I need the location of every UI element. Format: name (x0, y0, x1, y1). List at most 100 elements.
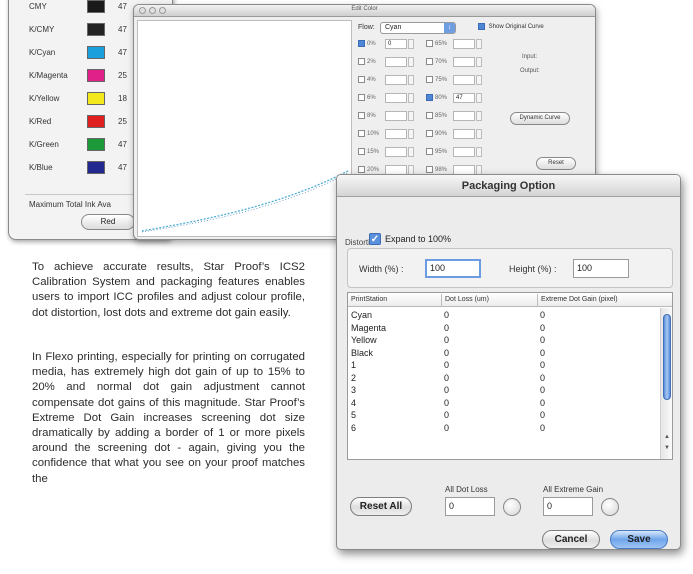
curve-point-input[interactable] (385, 93, 407, 103)
extreme-dot-gain-cell[interactable]: 0 (540, 323, 545, 333)
curve-point-checkbox[interactable] (426, 94, 433, 101)
stepper-icon[interactable] (476, 39, 482, 49)
dot-loss-cell[interactable]: 0 (444, 335, 449, 345)
reset-all-button[interactable]: Reset All (350, 497, 412, 516)
curve-point-label: 80% (435, 95, 448, 101)
width-input[interactable]: 100 (425, 259, 481, 278)
stepper-icon[interactable] (408, 111, 414, 121)
dot-loss-cell[interactable]: 0 (444, 423, 449, 433)
stepper-icon[interactable] (476, 93, 482, 103)
height-input[interactable]: 100 (573, 259, 629, 278)
curve-point-checkbox[interactable] (426, 58, 433, 65)
flow-select[interactable]: Cyan ↕ (380, 22, 456, 34)
curve-point-checkbox[interactable] (358, 112, 365, 119)
stepper-icon[interactable] (408, 57, 414, 67)
extreme-dot-gain-cell[interactable]: 0 (540, 310, 545, 320)
curve-point-checkbox[interactable] (358, 58, 365, 65)
curve-point-input[interactable] (453, 129, 475, 139)
stepper-icon[interactable] (476, 129, 482, 139)
dot-loss-cell[interactable]: 0 (444, 310, 449, 320)
table-row[interactable]: 6 0 0 (348, 423, 658, 435)
extreme-dot-gain-cell[interactable]: 0 (540, 360, 545, 370)
dot-loss-cell[interactable]: 0 (444, 323, 449, 333)
extreme-dot-gain-cell[interactable]: 0 (540, 385, 545, 395)
curve-point-checkbox[interactable] (358, 148, 365, 155)
all-extreme-gain-input[interactable]: 0 (543, 497, 593, 516)
adjusted-curve-line (141, 172, 349, 233)
curve-point-input[interactable] (453, 39, 475, 49)
stepper-icon[interactable] (408, 39, 414, 49)
table-row[interactable]: Black 0 0 (348, 348, 658, 360)
stepper-icon[interactable] (408, 147, 414, 157)
save-button[interactable]: Save (610, 530, 668, 549)
curve-point-checkbox[interactable] (426, 148, 433, 155)
stepper-icon[interactable] (476, 57, 482, 67)
curve-point-input[interactable]: 47 (453, 93, 475, 103)
curve-point-input[interactable]: 0 (385, 39, 407, 49)
stepper-icon[interactable] (408, 93, 414, 103)
expand-to-100-checkbox[interactable]: ✓ (369, 233, 381, 245)
curve-point-checkbox[interactable] (358, 130, 365, 137)
extreme-dot-gain-cell[interactable]: 0 (540, 410, 545, 420)
table-row[interactable]: 5 0 0 (348, 410, 658, 422)
table-scrollbar[interactable]: ▲ ▼ (660, 308, 672, 459)
extreme-dot-gain-cell[interactable]: 0 (540, 423, 545, 433)
apply-all-extreme-gain-button[interactable] (601, 498, 619, 516)
curve-point-input[interactable] (453, 57, 475, 67)
apply-all-dot-loss-button[interactable] (503, 498, 521, 516)
red-button[interactable]: Red (81, 214, 135, 230)
curve-point-checkbox[interactable] (426, 112, 433, 119)
dot-loss-cell[interactable]: 0 (444, 373, 449, 383)
dot-loss-cell[interactable]: 0 (444, 360, 449, 370)
extreme-dot-gain-cell[interactable]: 0 (540, 398, 545, 408)
curve-point-input[interactable] (453, 111, 475, 121)
cancel-button[interactable]: Cancel (542, 530, 600, 549)
curve-point-checkbox[interactable] (426, 40, 433, 47)
curve-point-checkbox[interactable] (358, 76, 365, 83)
dot-loss-cell[interactable]: 0 (444, 348, 449, 358)
column-header-printstation[interactable]: PrintStation (351, 296, 387, 303)
scroll-up-arrow-icon[interactable]: ▲ (662, 433, 672, 442)
table-row[interactable]: 1 0 0 (348, 360, 658, 372)
show-original-curve-option[interactable]: Show Original Curve (478, 23, 544, 30)
curve-point-checkbox[interactable] (358, 166, 365, 173)
stepper-icon[interactable] (408, 75, 414, 85)
scrollbar-thumb[interactable] (663, 314, 671, 400)
table-row[interactable]: 4 0 0 (348, 398, 658, 410)
stepper-icon[interactable] (408, 129, 414, 139)
curve-point-checkbox[interactable] (358, 40, 365, 47)
column-header-dot-loss[interactable]: Dot Loss (um) (445, 296, 489, 303)
scroll-down-arrow-icon[interactable]: ▼ (662, 444, 672, 453)
curve-point-input[interactable] (385, 75, 407, 85)
show-original-curve-checkbox[interactable] (478, 23, 485, 30)
stepper-icon[interactable] (476, 111, 482, 121)
curve-point-checkbox[interactable] (426, 166, 433, 173)
curve-point-input[interactable] (385, 111, 407, 121)
curve-point-checkbox[interactable] (426, 76, 433, 83)
table-row[interactable]: Yellow 0 0 (348, 335, 658, 347)
stepper-icon[interactable] (476, 75, 482, 85)
dynamic-curve-button[interactable]: Dynamic Curve (510, 112, 570, 125)
reset-curve-button[interactable]: Reset (536, 157, 576, 170)
curve-point-input[interactable] (453, 147, 475, 157)
dot-loss-cell[interactable]: 0 (444, 385, 449, 395)
table-row[interactable]: 2 0 0 (348, 373, 658, 385)
column-header-extreme-dot-gain[interactable]: Extreme Dot Gain (pixel) (541, 296, 618, 303)
extreme-dot-gain-cell[interactable]: 0 (540, 348, 545, 358)
table-row[interactable]: Magenta 0 0 (348, 323, 658, 335)
curve-graph[interactable] (137, 20, 352, 237)
curve-point-input[interactable] (453, 75, 475, 85)
extreme-dot-gain-cell[interactable]: 0 (540, 373, 545, 383)
curve-point-input[interactable] (385, 129, 407, 139)
curve-point-input[interactable] (385, 147, 407, 157)
curve-point-input[interactable] (385, 57, 407, 67)
curve-point-checkbox[interactable] (426, 130, 433, 137)
dot-loss-cell[interactable]: 0 (444, 410, 449, 420)
stepper-icon[interactable] (476, 147, 482, 157)
dot-loss-cell[interactable]: 0 (444, 398, 449, 408)
table-row[interactable]: Cyan 0 0 (348, 310, 658, 322)
extreme-dot-gain-cell[interactable]: 0 (540, 335, 545, 345)
table-row[interactable]: 3 0 0 (348, 385, 658, 397)
all-dot-loss-input[interactable]: 0 (445, 497, 495, 516)
curve-point-checkbox[interactable] (358, 94, 365, 101)
